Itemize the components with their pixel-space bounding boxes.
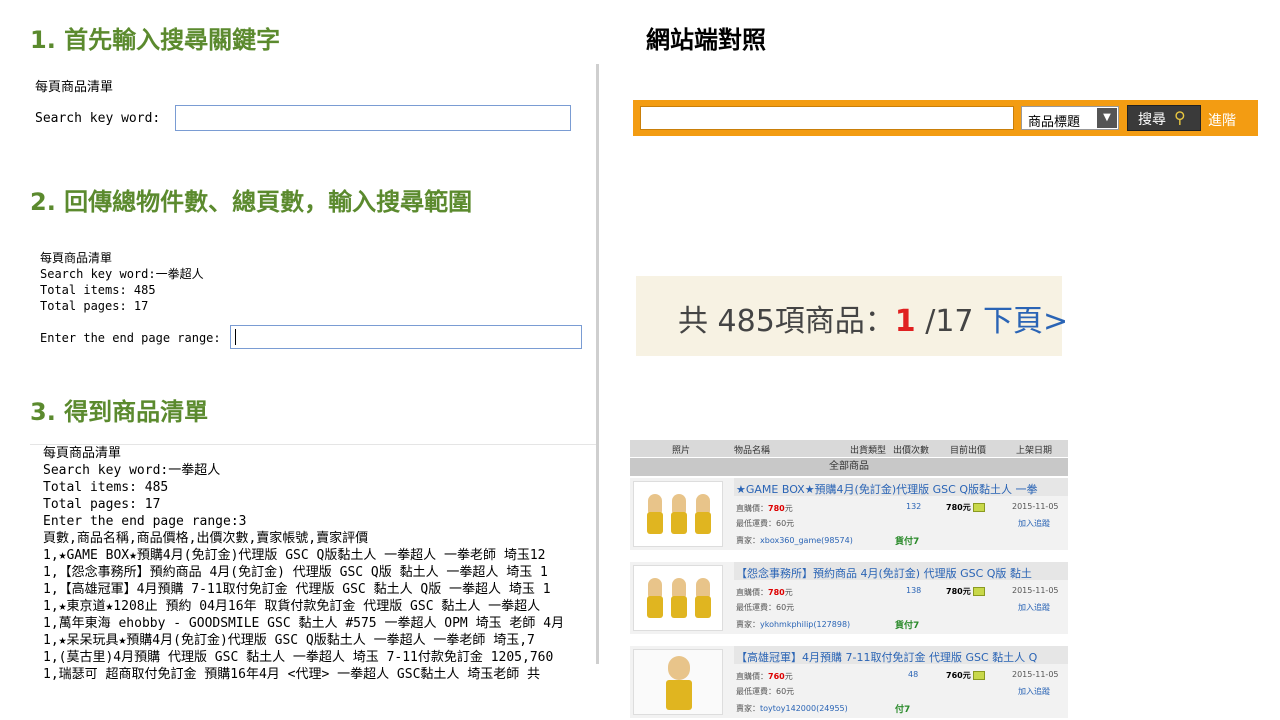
listing-section-label: 全部商品 [630, 458, 1068, 476]
result-line: 1,★呆呆玩具★預購4月(免訂金)代理版 GSC Q版黏土人 一拳超人 一拳老師… [43, 633, 535, 648]
product-title-link[interactable]: 【怨念事務所】預約商品 4月(免訂金) 代理版 GSC Q版 黏土 [734, 562, 1068, 580]
chevron-down-icon: ▼ [1097, 108, 1117, 128]
column-header: 上架日期 [1016, 446, 1053, 456]
site-search-input[interactable] [640, 106, 1014, 130]
advanced-search-link[interactable]: 進階 [1208, 110, 1236, 130]
direct-price: 直購價：780元 [736, 504, 793, 513]
bid-icon[interactable] [972, 503, 985, 512]
step2-line-title: 每頁商品清單 [40, 251, 113, 265]
result-line: 1,萬年東海 ehobby - GOODSMILE GSC 黏土人 #575 一… [43, 616, 565, 631]
product-listing: 照片 物品名稱 出貨類型 出價次數 目前出價 上架日期 全部商品 ★GAME B… [630, 440, 1068, 720]
seller: 賣家：ykohmkphilip(127898) [736, 620, 851, 629]
step1-heading: 1. 首先輸入搜尋關鍵字 [30, 26, 281, 54]
current-bid: 780元 [946, 586, 985, 597]
bid-count[interactable]: 138 [906, 586, 921, 595]
bid-count[interactable]: 132 [906, 502, 921, 511]
product-photo[interactable] [633, 649, 723, 715]
seller-link[interactable]: xbox360_game(98574) [760, 536, 853, 545]
product-photo[interactable] [633, 565, 723, 631]
column-header: 出價次數 [893, 446, 930, 456]
text-caret [235, 329, 236, 345]
shipping-fee: 最低運費：60元 [736, 603, 795, 612]
magnifier-icon: ⚲ [1174, 108, 1186, 127]
search-scope-select[interactable]: 商品標題 ▼ [1021, 106, 1119, 130]
add-to-watchlist-link[interactable]: 加入追蹤 [1018, 518, 1050, 529]
column-header: 照片 [672, 446, 691, 456]
bid-icon[interactable] [972, 587, 985, 596]
totals-line: 共 485項商品：1 /17 下頁> [678, 296, 1068, 340]
search-keyword-label: Search key word: [35, 111, 161, 126]
listing-date: 2015-11-05 [1012, 502, 1059, 511]
step2-line-total-pages: Total pages: 17 [40, 299, 149, 313]
step2-line-total-items: Total items: 485 [40, 283, 156, 297]
site-search-bar: 商品標題 ▼ 搜尋 ⚲ 進階 [633, 100, 1258, 136]
direct-price: 直購價：780元 [736, 588, 793, 597]
end-page-range-label: Enter the end page range: [40, 331, 221, 345]
totals-panel: 共 485項商品：1 /17 下頁> [636, 276, 1068, 356]
product-photo[interactable] [633, 481, 723, 547]
product-title-link[interactable]: 【高雄冠軍】4月預購 7-11取付免訂金 代理版 GSC 黏土人 Q [734, 646, 1068, 664]
payment-icons: 貨付7 [895, 621, 920, 631]
product-title-link[interactable]: ★GAME BOX★預購4月(免訂金)代理版 GSC Q版黏土人 一拳 [734, 478, 1068, 496]
bid-count[interactable]: 48 [908, 670, 918, 679]
result-line: 1,(莫古里)4月預購 代理版 GSC 黏土人 一拳超人 埼玉 7-11付款免訂… [43, 650, 554, 665]
current-bid: 760元 [946, 670, 985, 681]
totals-prefix: 共 485項商品： [678, 304, 895, 339]
listing-item: 【怨念事務所】預約商品 4月(免訂金) 代理版 GSC Q版 黏土 直購價：78… [630, 562, 1068, 634]
result-line: Total pages: 17 [43, 497, 161, 512]
search-scope-value: 商品標題 [1028, 115, 1081, 130]
listing-header: 照片 物品名稱 出貨類型 出價次數 目前出價 上架日期 [630, 440, 1068, 457]
total-pages: /17 [915, 304, 984, 339]
bid-icon[interactable] [972, 671, 985, 680]
payment-icons: 付7 [895, 705, 911, 715]
listing-item: ★GAME BOX★預購4月(免訂金)代理版 GSC Q版黏土人 一拳 直購價：… [630, 478, 1068, 550]
add-to-watchlist-link[interactable]: 加入追蹤 [1018, 602, 1050, 613]
result-header-line: 頁數,商品名稱,商品價格,出價次數,賣家帳號,賣家評價 [43, 531, 369, 546]
step2-heading: 2. 回傳總物件數、總頁數，輸入搜尋範圍 [30, 188, 473, 216]
website-compare-heading: 網站端對照 [646, 26, 766, 54]
result-line: 每頁商品清單 [43, 446, 122, 461]
column-header: 目前出價 [950, 446, 987, 456]
current-page: 1 [894, 304, 916, 339]
site-search-button-label: 搜尋 [1138, 112, 1166, 128]
result-line: Enter the end page range:3 [43, 514, 247, 529]
shipping-fee: 最低運費：60元 [736, 519, 795, 528]
search-keyword-input[interactable] [175, 105, 571, 131]
result-line: 1,瑞瑟可 超商取付免訂金 預購16年4月 <代理> 一拳超人 GSC黏土人 埼… [43, 667, 541, 682]
listing-item: 【高雄冠軍】4月預購 7-11取付免訂金 代理版 GSC 黏土人 Q 直購價：7… [630, 646, 1068, 718]
result-line: 1,★東京道★1208止 預約 04月16年 取貨付款免訂金 代理版 GSC 黏… [43, 599, 541, 614]
direct-price: 直購價：760元 [736, 672, 793, 681]
column-header: 出貨類型 [850, 446, 887, 456]
end-page-range-input[interactable] [230, 325, 582, 349]
result-console: 每頁商品清單 Search key word:一拳超人 Total items:… [30, 444, 596, 684]
current-bid: 780元 [946, 502, 985, 513]
site-search-button[interactable]: 搜尋 ⚲ [1127, 105, 1201, 131]
column-header: 物品名稱 [734, 446, 771, 456]
result-line: Total items: 485 [43, 480, 169, 495]
seller-link[interactable]: toytoy142000(24955) [760, 704, 848, 713]
listing-date: 2015-11-05 [1012, 670, 1059, 679]
step2-line-keyword: Search key word:一拳超人 [40, 267, 204, 281]
page-list-title: 每頁商品清單 [35, 80, 114, 95]
next-page-link[interactable]: 下頁> [983, 304, 1068, 339]
shipping-fee: 最低運費：60元 [736, 687, 795, 696]
console-scrollbar[interactable] [596, 64, 599, 664]
add-to-watchlist-link[interactable]: 加入追蹤 [1018, 686, 1050, 697]
result-line: 1,★GAME BOX★預購4月(免訂金)代理版 GSC Q版黏土人 一拳超人 … [43, 548, 546, 563]
payment-icons: 貨付7 [895, 537, 920, 547]
seller-link[interactable]: ykohmkphilip(127898) [760, 620, 850, 629]
step3-heading: 3. 得到商品清單 [30, 398, 209, 426]
result-line: 1,【怨念事務所】預約商品 4月(免訂金) 代理版 GSC Q版 黏土人 一拳超… [43, 565, 548, 580]
result-line: 1,【高雄冠軍】4月預購 7-11取付免訂金 代理版 GSC 黏土人 Q版 一拳… [43, 582, 551, 597]
seller: 賣家：toytoy142000(24955) [736, 704, 848, 713]
result-line: Search key word:一拳超人 [43, 463, 221, 478]
seller: 賣家：xbox360_game(98574) [736, 536, 853, 545]
listing-date: 2015-11-05 [1012, 586, 1059, 595]
